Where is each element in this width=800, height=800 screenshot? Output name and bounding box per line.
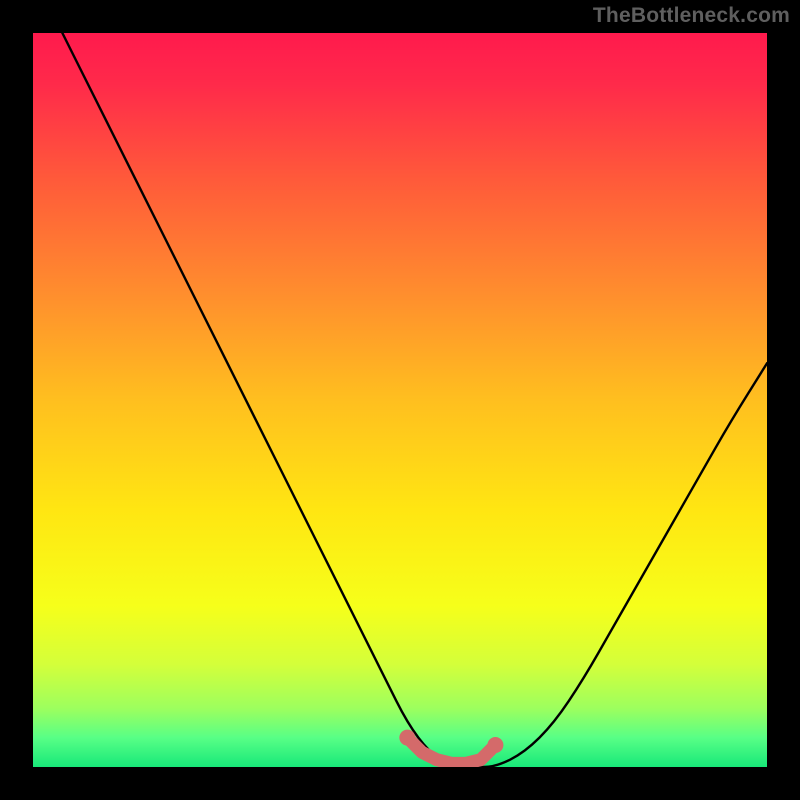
chart-svg	[33, 33, 767, 767]
optimal-range-endpoint	[487, 737, 503, 753]
chart-frame: TheBottleneck.com	[0, 0, 800, 800]
optimal-range-endpoint	[399, 730, 415, 746]
gradient-background	[33, 33, 767, 767]
plot-area	[33, 33, 767, 767]
watermark-text: TheBottleneck.com	[593, 4, 790, 28]
